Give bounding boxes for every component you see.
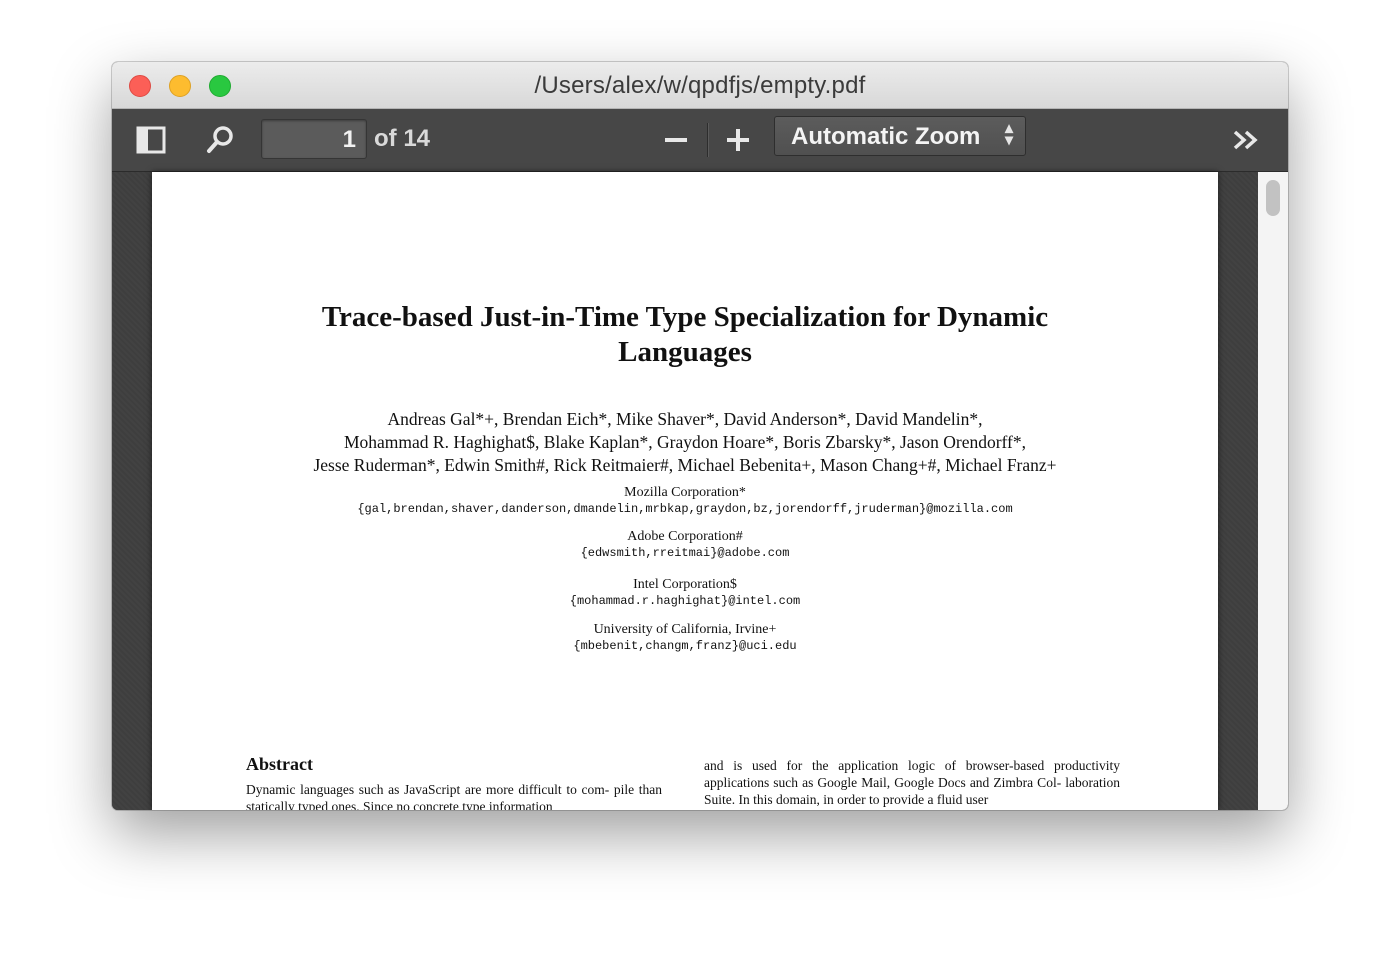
affiliation-emails: {gal,brendan,shaver,danderson,dmandelin,… — [357, 502, 1013, 516]
page-count-label: of 14 — [374, 125, 431, 152]
zoom-in-button[interactable] — [721, 123, 755, 157]
zoom-select[interactable]: Automatic Zoom ▴ ▾ — [774, 116, 1026, 156]
document-viewer[interactable]: Trace-based Just-in-Time Type Specializa… — [112, 172, 1288, 810]
window-title: /Users/alex/w/qpdfjs/empty.pdf — [534, 72, 866, 99]
affiliation-mozilla: Mozilla Corporation* {gal,brendan,shaver… — [152, 484, 1218, 518]
authors-line-2: Mohammad R. Haghighat$, Blake Kaplan*, G… — [343, 432, 1027, 452]
affiliation-emails: {edwsmith,rreitmai}@adobe.com — [580, 546, 790, 560]
affiliation-name: University of California, Irvine+ — [593, 622, 777, 637]
zoom-out-button[interactable] — [659, 123, 693, 157]
toolbar: 1 of 14 Automatic Zoom ▴ ▾ — [112, 109, 1288, 171]
paper-title: Trace-based Just-in-Time Type Specializa… — [152, 300, 1218, 370]
select-arrows-icon: ▴ ▾ — [1004, 120, 1013, 149]
affiliation-adobe: Adobe Corporation# {edwsmith,rreitmai}@a… — [152, 528, 1218, 562]
find-button[interactable] — [203, 123, 237, 157]
abstract-text-left: Dynamic languages such as JavaScript are… — [246, 782, 662, 810]
zoom-select-value: Automatic Zoom — [791, 123, 981, 150]
affiliation-emails: {mbebenit,changm,franz}@uci.edu — [573, 639, 797, 653]
authors-line-3: Jesse Ruderman*, Edwin Smith#, Rick Reit… — [313, 455, 1057, 475]
affiliation-name: Mozilla Corporation* — [624, 485, 746, 500]
tools-menu-button[interactable] — [1230, 123, 1264, 157]
abstract-text-right: and is used for the application logic of… — [704, 758, 1120, 807]
abstract-heading: Abstract — [246, 754, 313, 774]
sidebar-toggle-button[interactable] — [134, 123, 168, 157]
affiliation-uci: University of California, Irvine+ {mbebe… — [152, 621, 1218, 655]
title-bar[interactable]: /Users/alex/w/qpdfjs/empty.pdf — [112, 62, 1288, 109]
sidebar-icon — [136, 126, 166, 154]
affiliation-intel: Intel Corporation$ {mohammad.r.haghighat… — [152, 576, 1218, 610]
scrollbar-thumb[interactable] — [1266, 180, 1280, 216]
double-chevron-right-icon — [1233, 130, 1258, 150]
plus-icon — [727, 129, 749, 151]
author-list: Andreas Gal*+, Brendan Eich*, Mike Shave… — [152, 408, 1218, 477]
affiliation-emails: {mohammad.r.haghighat}@intel.com — [569, 594, 801, 608]
affiliation-name: Intel Corporation$ — [633, 577, 737, 592]
paper-title-line-2: Languages — [618, 336, 752, 368]
pdf-viewer-window: /Users/alex/w/qpdfjs/empty.pdf 1 of 14 A… — [112, 62, 1288, 810]
page-number-input[interactable]: 1 — [261, 119, 367, 159]
affiliation-name: Adobe Corporation# — [627, 529, 743, 544]
minus-icon — [665, 138, 687, 142]
zoom-separator — [707, 123, 708, 157]
paper-title-line-1: Trace-based Just-in-Time Type Specializa… — [321, 301, 1049, 333]
vertical-scrollbar[interactable] — [1258, 172, 1288, 810]
pdf-page: Trace-based Just-in-Time Type Specializa… — [152, 172, 1218, 810]
search-icon — [207, 126, 233, 153]
authors-line-1: Andreas Gal*+, Brendan Eich*, Mike Shave… — [387, 409, 983, 429]
